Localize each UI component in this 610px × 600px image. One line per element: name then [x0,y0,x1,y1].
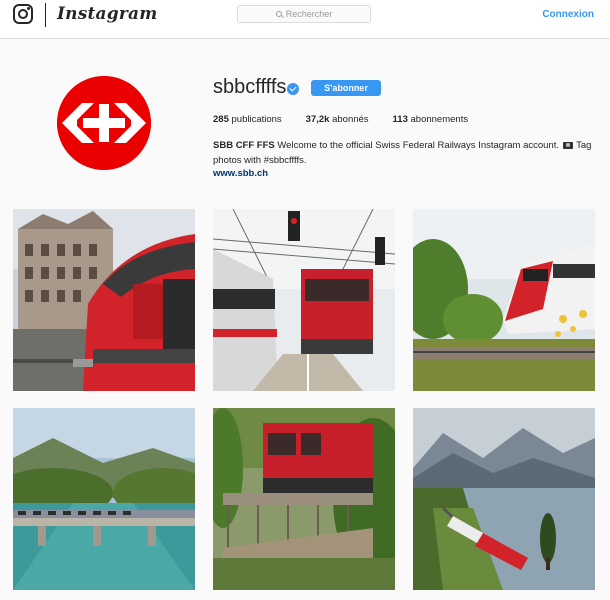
search-icon [275,11,282,17]
post-thumbnail-5[interactable] [213,408,395,590]
stat-following[interactable]: 113 abonnements [393,114,469,125]
post-image-countryside-train [413,209,595,391]
post-thumbnail-4[interactable] [13,408,195,590]
instagram-wordmark[interactable]: Instagram [57,4,157,24]
search-input[interactable]: Rechercher [237,5,371,23]
logo-divider [45,3,46,27]
post-thumbnail-6[interactable] [413,408,595,590]
camera-icon [562,141,573,149]
post-image-lake-train [413,408,595,590]
follow-button[interactable]: S'abonner [311,80,381,96]
sbb-logo-icon [57,76,151,170]
profile-avatar[interactable] [57,76,151,170]
stat-posts: 285 publications [213,114,282,125]
bio-full-name: SBB CFF FFS [213,140,275,151]
post-image-locomotive-bridge [213,408,395,590]
post-thumbnail-3[interactable] [413,209,595,391]
post-image-station-trains [213,209,395,391]
verified-badge-icon [287,83,299,95]
stat-followers[interactable]: 37,2k abonnés [306,114,369,125]
post-thumbnail-2[interactable] [213,209,395,391]
post-thumbnail-1[interactable] [13,209,195,391]
top-navigation-bar: Instagram Rechercher Connexion [0,0,610,39]
profile-bio: SBB CFF FFS Welcome to the official Swis… [213,138,598,168]
profile-username: sbbcffffs [213,76,287,98]
profile-website-link[interactable]: www.sbb.ch [213,168,268,179]
profile-stats: 285 publications 37,2k abonnés 113 abonn… [213,114,492,125]
search-placeholder: Rechercher [285,9,333,19]
following-count: 113 [392,114,408,125]
post-image-red-train-building [13,209,195,391]
following-label: abonnements [410,114,469,125]
bio-text-1: Welcome to the official Swiss Federal Ra… [277,140,559,151]
post-image-river-bridge [13,408,195,590]
instagram-camera-icon[interactable] [13,4,33,24]
followers-label: abonnés [332,114,369,125]
login-link[interactable]: Connexion [542,9,594,20]
posts-label: publications [231,114,282,125]
posts-count: 285 [213,114,229,125]
followers-count: 37,2k [305,114,330,125]
